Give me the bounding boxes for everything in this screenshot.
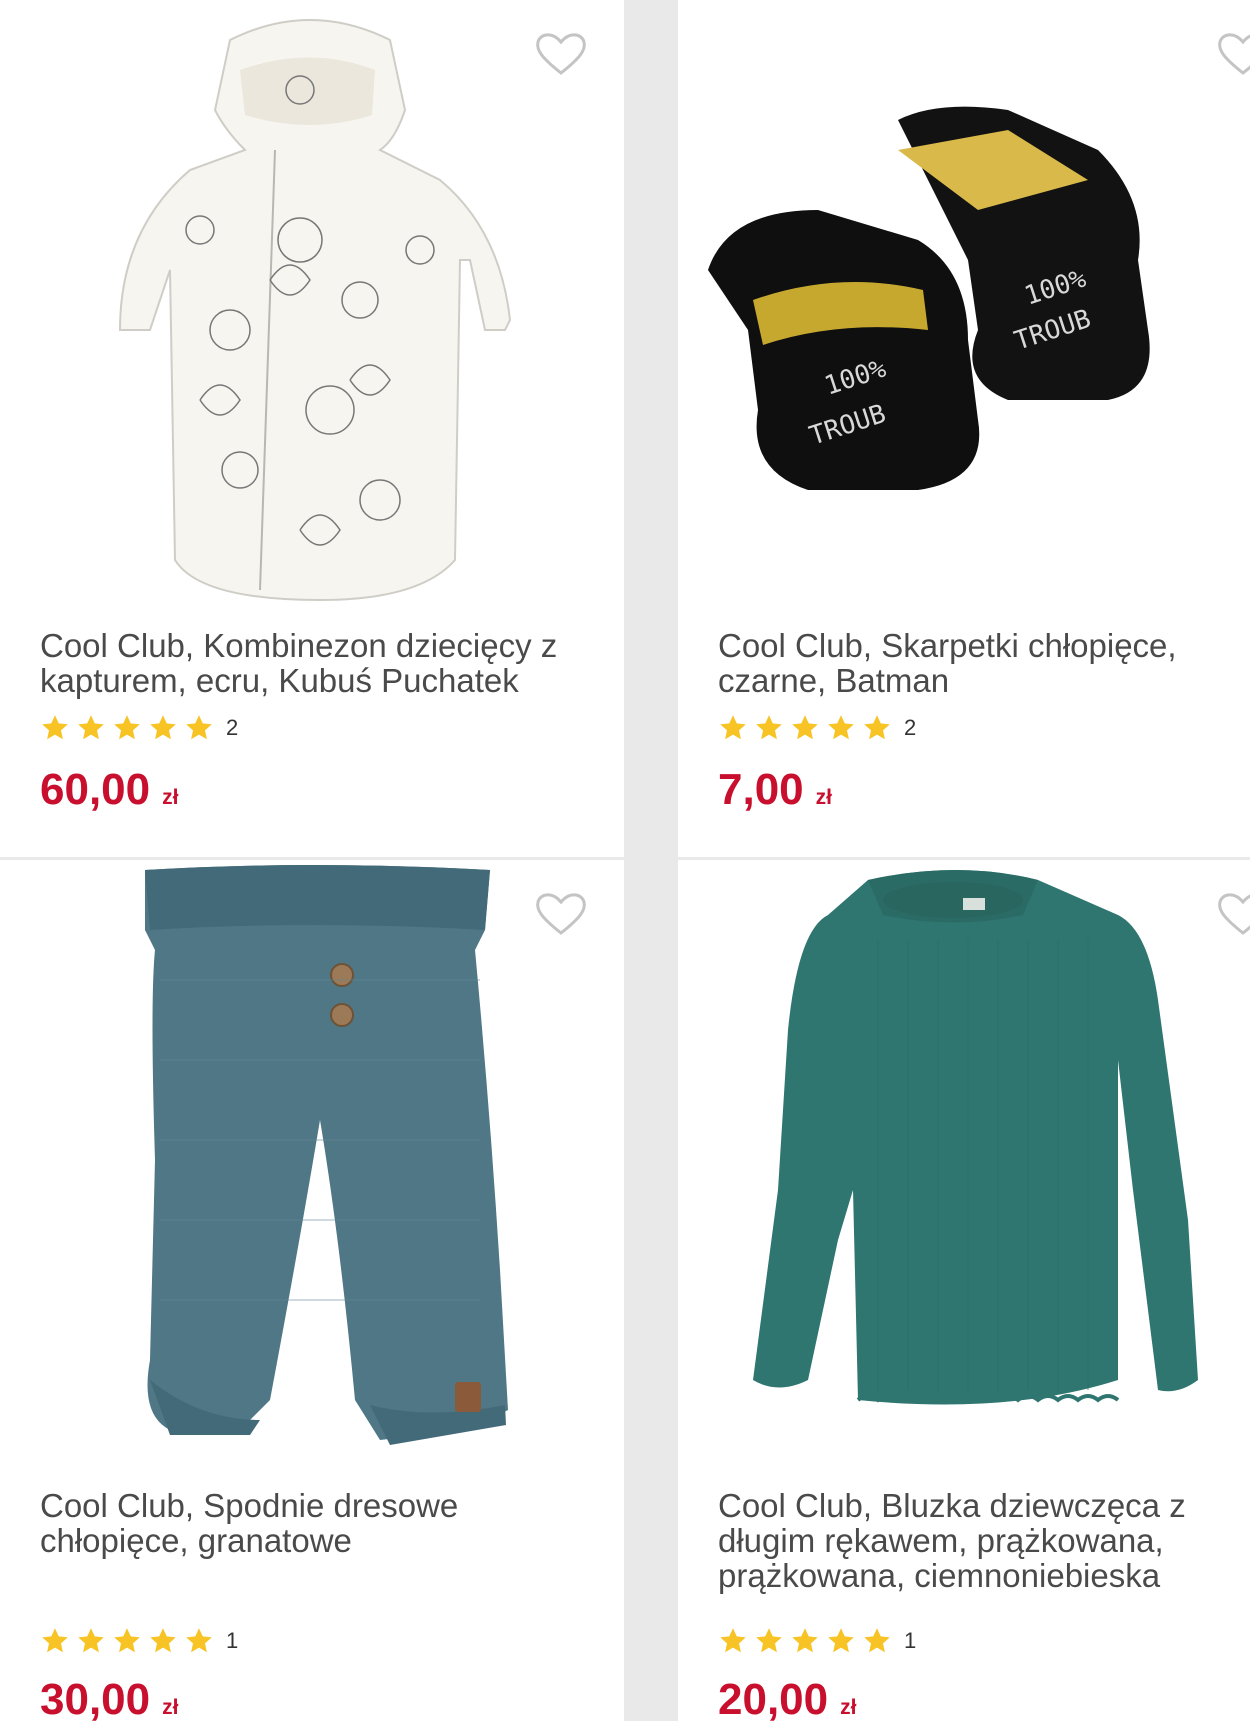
product-title[interactable]: Cool Club, Skarpetki chłopięce, czarne, … <box>718 628 1238 698</box>
star-icon <box>76 1626 106 1656</box>
heart-outline-icon[interactable] <box>534 30 588 76</box>
product-card[interactable]: 100% TROUB 100% TROUB Cool Club, Skarpet… <box>678 0 1250 857</box>
product-image[interactable]: 100% TROUB 100% TROUB <box>678 0 1250 610</box>
product-image[interactable] <box>0 0 624 610</box>
price-currency: zł <box>162 1696 179 1719</box>
product-image[interactable] <box>678 860 1250 1470</box>
star-icon <box>184 1626 214 1656</box>
heart-outline-icon[interactable] <box>534 890 588 936</box>
star-icon <box>754 713 784 743</box>
star-icon <box>148 1626 178 1656</box>
product-title[interactable]: Cool Club, Bluzka dziewczęca z długim rę… <box>718 1488 1238 1593</box>
product-title[interactable]: Cool Club, Kombinezon dziecięcy z kaptur… <box>40 628 600 698</box>
star-icon <box>112 713 142 743</box>
star-icon <box>148 713 178 743</box>
price-amount: 7,00 <box>718 765 804 814</box>
star-icon <box>790 1626 820 1656</box>
star-icon <box>862 1626 892 1656</box>
product-card[interactable]: Cool Club, Kombinezon dziecięcy z kaptur… <box>0 0 624 857</box>
rating: 2 <box>718 711 916 745</box>
price: 30,00 zł <box>40 1675 178 1721</box>
heart-outline-icon[interactable] <box>1216 890 1250 936</box>
heart-outline-icon[interactable] <box>1216 30 1250 76</box>
star-icon <box>754 1626 784 1656</box>
product-card[interactable]: Cool Club, Bluzka dziewczęca z długim rę… <box>678 860 1250 1721</box>
price-amount: 20,00 <box>718 1675 829 1721</box>
star-icon <box>40 1626 70 1656</box>
rating: 1 <box>40 1624 238 1658</box>
review-count: 2 <box>904 715 917 740</box>
review-count: 2 <box>226 715 239 740</box>
rating: 1 <box>718 1624 916 1658</box>
price: 20,00 zł <box>718 1675 856 1721</box>
price-currency: zł <box>162 786 179 809</box>
star-icon <box>76 713 106 743</box>
price-currency: zł <box>815 786 832 809</box>
star-icon <box>826 713 856 743</box>
review-count: 1 <box>226 1628 239 1653</box>
star-icon <box>790 713 820 743</box>
product-card[interactable]: Cool Club, Spodnie dresowe chłopięce, gr… <box>0 860 624 1721</box>
price: 7,00 zł <box>718 765 832 821</box>
star-icon <box>40 713 70 743</box>
price: 60,00 zł <box>40 765 178 821</box>
star-icon <box>112 1626 142 1656</box>
star-icon <box>718 713 748 743</box>
rating: 2 <box>40 711 238 745</box>
product-image[interactable] <box>0 860 624 1470</box>
price-currency: zł <box>840 1696 857 1719</box>
star-icon <box>718 1626 748 1656</box>
star-icon <box>826 1626 856 1656</box>
review-count: 1 <box>904 1628 917 1653</box>
star-icon <box>862 713 892 743</box>
price-amount: 30,00 <box>40 1675 151 1721</box>
star-icon <box>184 713 214 743</box>
price-amount: 60,00 <box>40 765 151 814</box>
product-title[interactable]: Cool Club, Spodnie dresowe chłopięce, gr… <box>40 1488 600 1558</box>
